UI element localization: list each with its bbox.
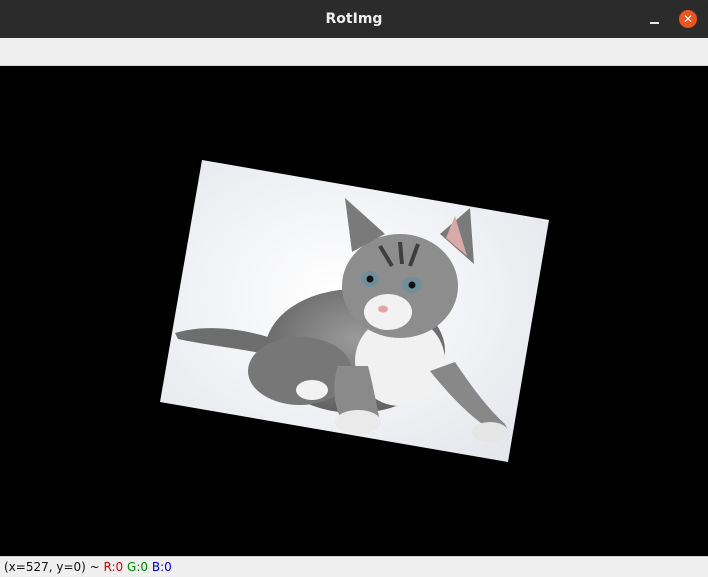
window-title: RotImg	[325, 11, 383, 27]
minimize-icon[interactable]	[646, 10, 664, 28]
green-value: G:0	[127, 560, 149, 574]
blue-value: B:0	[151, 560, 172, 574]
close-icon[interactable]: ✕	[679, 10, 697, 28]
title-bar[interactable]: RotImg ✕	[0, 0, 708, 38]
cursor-coordinates: (x=527, y=0) ~	[4, 560, 100, 574]
rotated-image	[160, 160, 549, 462]
status-bar: (x=527, y=0) ~ R:0 G:0 B:0	[0, 556, 708, 577]
toolbar	[0, 38, 708, 66]
red-value: R:0	[103, 560, 124, 574]
image-canvas[interactable]	[0, 66, 708, 556]
